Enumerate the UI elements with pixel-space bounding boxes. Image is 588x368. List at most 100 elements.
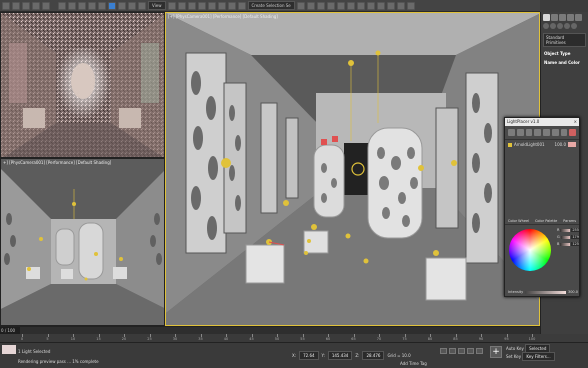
display-tab-icon[interactable] bbox=[575, 14, 582, 21]
bind-icon[interactable] bbox=[42, 1, 50, 10]
undo-icon[interactable] bbox=[2, 1, 10, 10]
intensity-label: Intensity bbox=[508, 290, 524, 294]
selection-set-dropdown[interactable]: Create Selection Se bbox=[247, 1, 295, 10]
mirror-icon[interactable] bbox=[296, 1, 305, 10]
previous-frame-icon[interactable] bbox=[449, 348, 456, 354]
color-wheel[interactable] bbox=[509, 229, 551, 271]
solo-icon[interactable] bbox=[543, 129, 550, 136]
window-crossing-icon[interactable] bbox=[98, 1, 106, 10]
light-value: 100.0 bbox=[554, 142, 566, 147]
y-field[interactable]: 145.434 bbox=[327, 351, 353, 360]
camera-viewport-main[interactable]: [+] [PhysCamera001] [Performance] [Defau… bbox=[165, 12, 540, 326]
material-editor-icon[interactable] bbox=[366, 1, 375, 10]
graphite-ribbon-icon[interactable] bbox=[336, 1, 345, 10]
cameras-icon[interactable] bbox=[564, 23, 570, 29]
create-tab-icon[interactable] bbox=[543, 14, 550, 21]
percent-snap-icon[interactable] bbox=[217, 1, 226, 10]
viewport-label[interactable]: [+] [PhysCamera001] [Performance] [Defau… bbox=[168, 14, 278, 19]
tab-params[interactable]: Params bbox=[563, 219, 576, 223]
camera-viewport-secondary[interactable]: +] [PhysCamera001] [Performance] [Defaul… bbox=[0, 158, 165, 326]
color-swatch-icon[interactable] bbox=[569, 129, 576, 136]
curve-editor-icon[interactable] bbox=[346, 1, 355, 10]
x-field[interactable]: 72.64 bbox=[299, 351, 319, 360]
next-frame-icon[interactable] bbox=[467, 348, 474, 354]
geometry-icon[interactable] bbox=[543, 23, 549, 29]
light-enable-checkbox[interactable] bbox=[508, 142, 512, 147]
delete-icon[interactable] bbox=[551, 129, 559, 136]
selection-indicator bbox=[2, 345, 16, 354]
redo-icon[interactable] bbox=[12, 1, 20, 10]
angle-snap-icon[interactable] bbox=[207, 1, 216, 10]
placement-icon[interactable] bbox=[138, 1, 146, 10]
play-icon[interactable] bbox=[458, 348, 465, 354]
lightplacer-titlebar[interactable]: LightPlacer v1.0 × bbox=[505, 118, 579, 126]
filter-icon[interactable] bbox=[58, 1, 66, 10]
key-filters-button[interactable]: Key Filters... bbox=[522, 352, 555, 361]
viewport-label[interactable]: +] [PhysCamera001] [Performance] [Defaul… bbox=[3, 160, 111, 165]
intensity-slider[interactable]: Intensity 300.0 bbox=[508, 290, 578, 294]
hierarchy-tab-icon[interactable] bbox=[559, 14, 566, 21]
blue-slider[interactable]: B 125 bbox=[557, 242, 579, 246]
red-slider[interactable]: R 255 bbox=[557, 228, 579, 232]
light-color-swatch[interactable] bbox=[568, 142, 576, 147]
pivot-icon[interactable] bbox=[167, 1, 176, 10]
go-to-end-icon[interactable] bbox=[476, 348, 483, 354]
arnold-render-icon[interactable] bbox=[406, 1, 415, 10]
helpers-icon[interactable] bbox=[571, 23, 577, 29]
select-icon[interactable] bbox=[68, 1, 76, 10]
timeline-tick-label: 100 bbox=[528, 337, 536, 341]
unlink-icon[interactable] bbox=[32, 1, 40, 10]
modify-tab-icon[interactable] bbox=[551, 14, 558, 21]
edit-named-selection-icon[interactable] bbox=[237, 1, 246, 10]
render-icon[interactable] bbox=[396, 1, 405, 10]
set-key-plus-button[interactable]: + bbox=[490, 346, 502, 358]
add-time-tag[interactable]: Add Time Tag bbox=[400, 361, 427, 366]
close-icon[interactable]: × bbox=[574, 119, 577, 125]
time-slider[interactable]: 0 / 100 0 5 10 15 20 25 30 35 40 45 50 55 60 65 70 75 80… bbox=[0, 326, 540, 343]
auto-key-button[interactable]: Auto Key bbox=[506, 346, 524, 351]
align-icon[interactable] bbox=[306, 1, 315, 10]
rendered-frame-icon[interactable] bbox=[386, 1, 395, 10]
link-icon[interactable] bbox=[22, 1, 30, 10]
select-tool-icon[interactable] bbox=[508, 129, 515, 136]
snaps-toggle-icon[interactable] bbox=[197, 1, 206, 10]
timeline-tick-label: 85 bbox=[453, 337, 458, 341]
rect-select-icon[interactable] bbox=[88, 1, 96, 10]
select-manipulate-icon[interactable] bbox=[177, 1, 186, 10]
go-to-start-icon[interactable] bbox=[440, 348, 447, 354]
key-controls: Auto Key Selected Set Key Key Filters... bbox=[506, 344, 555, 362]
set-key-button[interactable]: Set Key bbox=[506, 354, 521, 359]
render-setup-icon[interactable] bbox=[376, 1, 385, 10]
tab-color-wheel[interactable]: Color Wheel bbox=[508, 219, 529, 223]
hide-icon[interactable] bbox=[534, 129, 541, 136]
layers-icon[interactable] bbox=[316, 1, 325, 10]
z-field[interactable]: 28.476 bbox=[362, 351, 385, 360]
spinner-snap-icon[interactable] bbox=[227, 1, 236, 10]
primitive-type-dropdown[interactable]: Standard Primitives bbox=[543, 33, 586, 47]
place-light-icon[interactable] bbox=[525, 129, 533, 136]
timeline-tick-label: 25 bbox=[147, 337, 152, 341]
shapes-icon[interactable] bbox=[550, 23, 556, 29]
coordinate-display: X: 72.64 Y: 145.434 Z: 28.476 Grid = 10.… bbox=[292, 351, 411, 360]
keyboard-shortcut-icon[interactable] bbox=[187, 1, 196, 10]
light-list-item[interactable]: ArnoldLight001 100.0 bbox=[505, 140, 579, 149]
tab-color-palette[interactable]: Color Palette bbox=[535, 219, 557, 223]
refresh-icon[interactable] bbox=[516, 129, 524, 136]
rotate-icon[interactable] bbox=[118, 1, 126, 10]
frame-counter[interactable]: 0 / 100 bbox=[0, 327, 20, 334]
lightplacer-tabs: Color Wheel Color Palette Params bbox=[505, 219, 579, 225]
scene-explorer-icon[interactable] bbox=[326, 1, 335, 10]
object-type-rollout[interactable]: Object Type bbox=[541, 49, 588, 58]
lights-icon[interactable] bbox=[557, 23, 563, 29]
intensity-value[interactable]: 300.0 bbox=[568, 290, 578, 294]
schematic-view-icon[interactable] bbox=[356, 1, 365, 10]
settings-icon[interactable] bbox=[560, 129, 568, 136]
scale-icon[interactable] bbox=[128, 1, 136, 10]
move-icon[interactable] bbox=[108, 1, 116, 10]
green-slider[interactable]: G 179 bbox=[557, 235, 579, 239]
render-preview-viewport[interactable] bbox=[0, 12, 165, 158]
motion-tab-icon[interactable] bbox=[567, 14, 574, 21]
reference-coordinate-dropdown[interactable]: View bbox=[148, 1, 166, 10]
name-and-color-rollout[interactable]: Name and Color bbox=[541, 58, 588, 67]
select-name-icon[interactable] bbox=[78, 1, 86, 10]
